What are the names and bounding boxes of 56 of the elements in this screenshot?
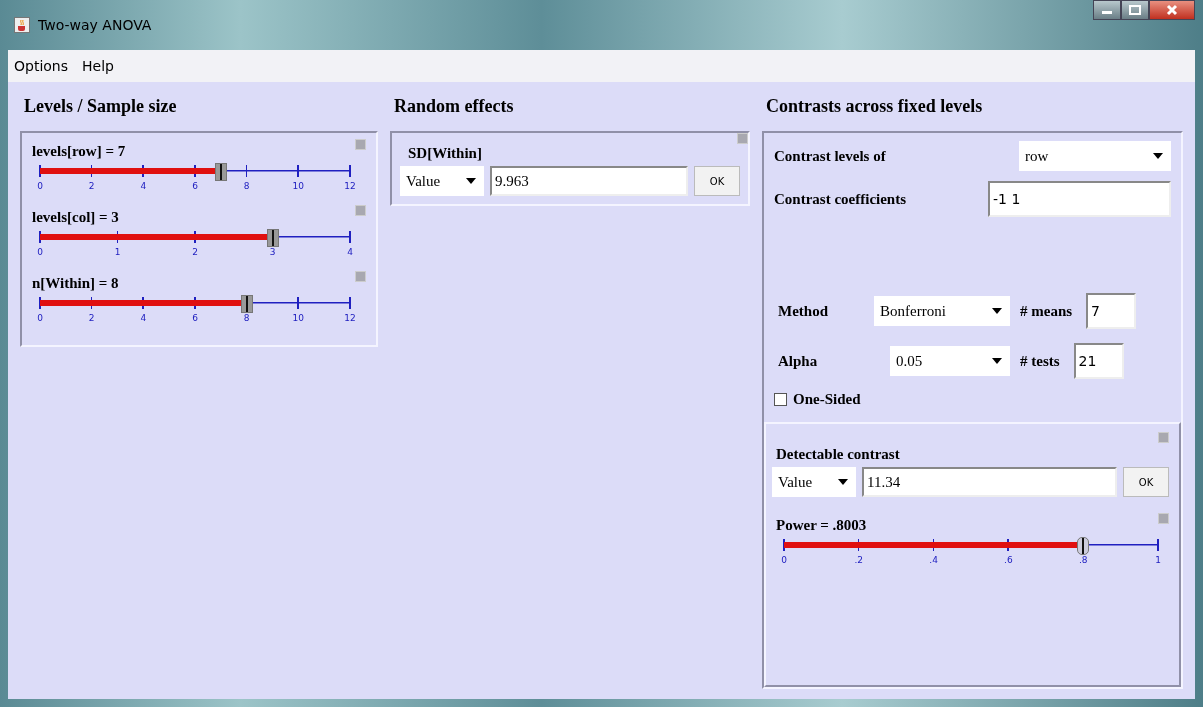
tick-label: 8 <box>243 181 250 191</box>
parameter-label: Detectable contrast <box>776 446 900 463</box>
tick-label: 1 <box>1155 555 1161 565</box>
window-title: Two-way ANOVA <box>38 17 152 33</box>
slider-label: levels[row] = 7 <box>32 143 126 160</box>
section-heading: Random effects <box>394 96 515 117</box>
ok-button[interactable]: OK <box>1123 467 1169 497</box>
tick-label: 8 <box>243 313 250 323</box>
levels-dropdown[interactable]: row <box>1019 141 1171 171</box>
tests-field[interactable]: 21 <box>1073 343 1124 379</box>
tick-label: 1 <box>114 247 121 257</box>
section-heading: Contrasts across fixed levels <box>766 96 984 117</box>
value-field[interactable]: 11.34 <box>862 467 1117 497</box>
tick-label: .6 <box>1004 555 1013 565</box>
tick-label: 10 <box>292 313 305 323</box>
parameter-label: SD[Within] <box>408 145 482 162</box>
tick-label: 3 <box>269 247 276 257</box>
field-label: Method <box>778 302 829 320</box>
field-label: Alpha <box>778 352 819 370</box>
checkbox-label: One-Sided <box>793 391 861 408</box>
means-field[interactable]: 7 <box>1086 293 1137 329</box>
tick-label: 2 <box>88 313 95 323</box>
value-field[interactable]: 9.963 <box>490 166 688 196</box>
tick-label: 2 <box>192 247 198 257</box>
field-label: # tests <box>1020 352 1060 370</box>
tick-label: 4 <box>347 247 353 257</box>
menu-item[interactable]: Options <box>14 58 69 74</box>
tick-label: .4 <box>929 555 938 565</box>
section-heading: Levels / Sample size <box>24 96 178 117</box>
field-label: Contrast levels of <box>774 147 886 165</box>
mode-dropdown[interactable]: Value <box>772 467 856 497</box>
menu-item[interactable]: Help <box>82 58 114 74</box>
field-label: # means <box>1020 302 1073 320</box>
alpha-dropdown[interactable]: 0.05 <box>890 346 1010 376</box>
mode-dropdown[interactable]: Value <box>400 166 484 196</box>
tick-label: 6 <box>192 313 198 323</box>
tick-label: .2 <box>854 555 864 565</box>
slider-label: n[Within] = 8 <box>32 275 119 292</box>
field-label: Contrast coefficients <box>774 190 907 208</box>
tick-label: 2 <box>88 181 95 191</box>
tick-label: 4 <box>140 313 147 323</box>
method-dropdown[interactable]: Bonferroni <box>874 296 1010 326</box>
tick-label: 0 <box>37 181 43 191</box>
tick-label: 0 <box>781 555 787 565</box>
tick-label: 6 <box>192 181 198 191</box>
tick-label: 12 <box>344 313 356 323</box>
tick-label: 0 <box>37 247 43 257</box>
slider-label: levels[col] = 3 <box>32 209 119 226</box>
tick-label: 10 <box>292 181 305 191</box>
tick-label: 12 <box>344 181 356 191</box>
slider-label: Power = .8003 <box>776 517 867 534</box>
tick-label: 0 <box>37 313 43 323</box>
ok-button[interactable]: OK <box>694 166 740 196</box>
tick-label: .8 <box>1078 555 1088 565</box>
tick-label: 4 <box>140 181 147 191</box>
coefficients-field[interactable]: -1 1 <box>988 181 1171 217</box>
